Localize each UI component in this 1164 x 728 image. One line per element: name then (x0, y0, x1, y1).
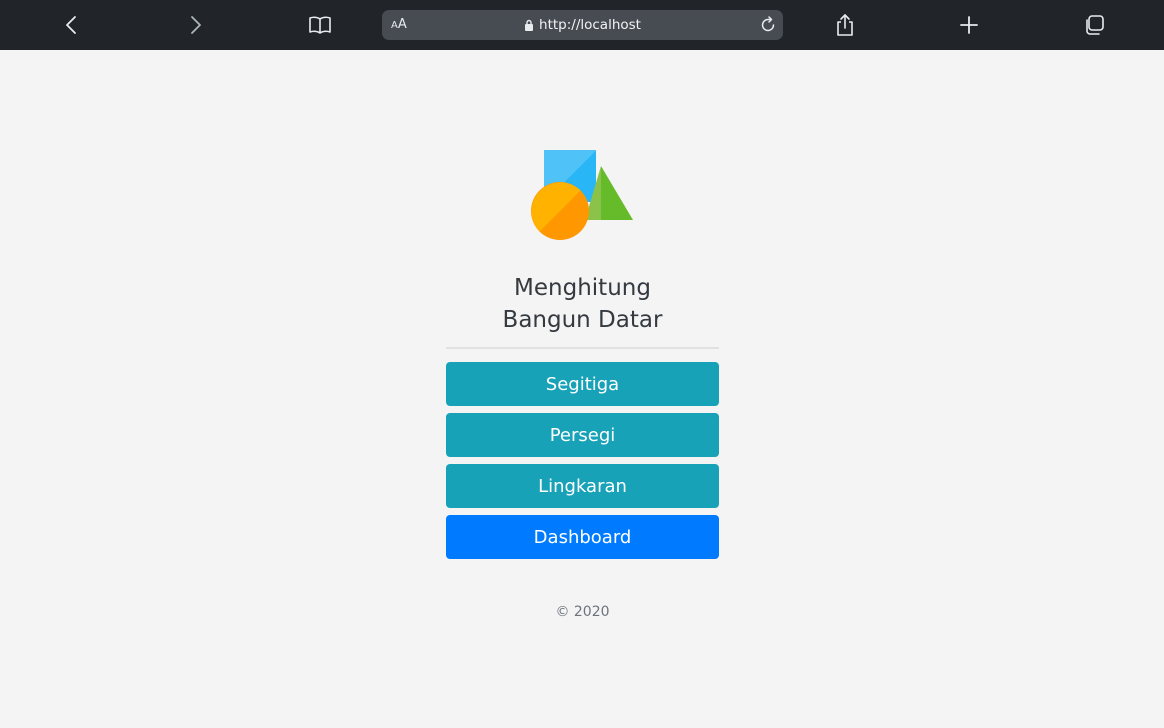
book-icon (309, 16, 331, 34)
tabs-button[interactable] (1079, 10, 1109, 40)
forward-button[interactable] (180, 10, 210, 40)
page-title: Menghitung Bangun Datar (446, 272, 719, 336)
title-divider (446, 347, 719, 349)
copyright-footer: © 2020 (555, 604, 610, 620)
title-line-2: Bangun Datar (502, 307, 663, 333)
share-button[interactable] (830, 10, 860, 40)
lock-icon (525, 19, 534, 31)
tabs-icon (1086, 15, 1104, 35)
chevron-left-icon (66, 16, 76, 34)
title-line-1: Menghitung (514, 275, 651, 301)
shapes-logo (531, 150, 633, 240)
url-display[interactable]: http://localhost (382, 10, 783, 40)
lingkaran-button[interactable]: Lingkaran (446, 464, 719, 508)
url-text: http://localhost (539, 17, 641, 33)
reload-icon[interactable] (759, 16, 777, 34)
segitiga-button[interactable]: Segitiga (446, 362, 719, 406)
chevron-right-icon (191, 16, 201, 34)
browser-toolbar: AA http://localhost (0, 0, 1164, 50)
dashboard-button[interactable]: Dashboard (446, 515, 719, 559)
share-icon (837, 14, 853, 36)
back-button[interactable] (57, 10, 87, 40)
address-bar[interactable]: AA http://localhost (382, 10, 783, 40)
new-tab-button[interactable] (954, 10, 984, 40)
bookmarks-button[interactable] (305, 10, 335, 40)
persegi-button[interactable]: Persegi (446, 413, 719, 457)
plus-icon (960, 16, 978, 34)
